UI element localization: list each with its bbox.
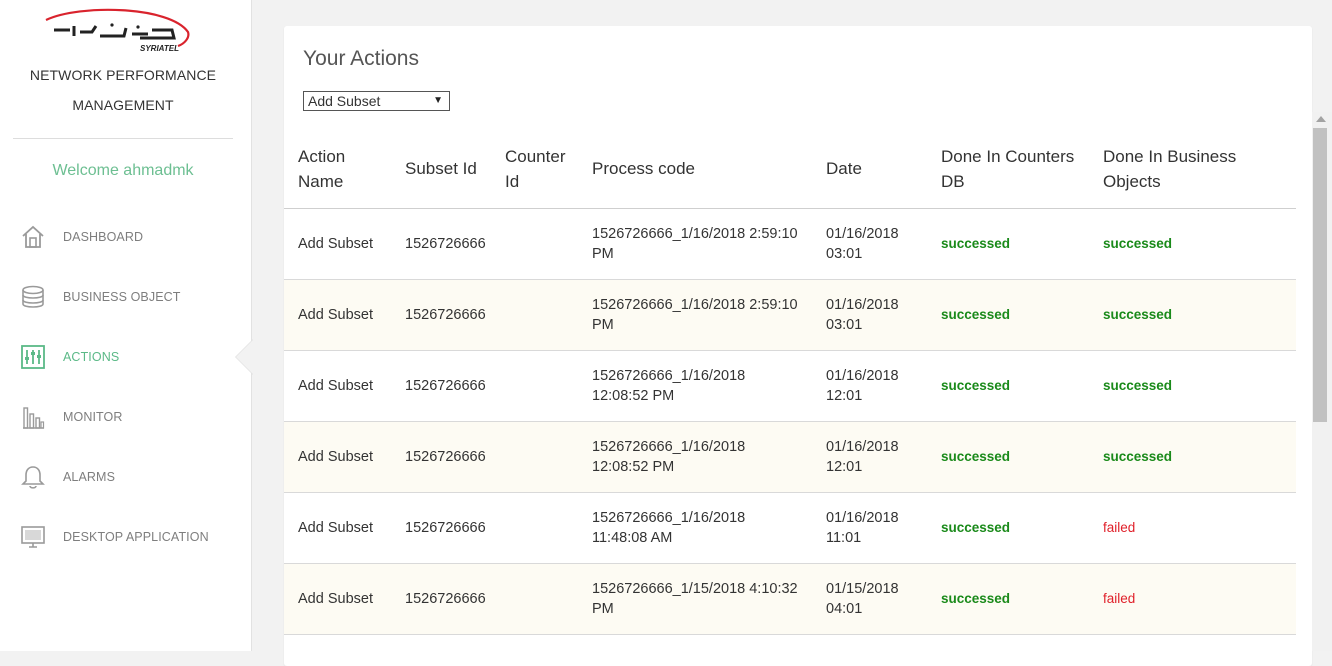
table-row[interactable]: Add Subset 1526726666 1526726666_1/16/20… (284, 493, 1296, 564)
table-header: Action Name Subset Id Counter Id Process… (284, 138, 1296, 209)
cell-process-code: 1526726666_1/16/2018 12:08:52 PM (592, 368, 746, 404)
cell-subset-id: 1526726666 (405, 307, 486, 323)
nav-label-actions: ACTIONS (63, 350, 120, 364)
bar-chart-icon (18, 402, 48, 432)
app-title-line2: MANAGEMENT (72, 97, 174, 113)
action-type-selected: Add Subset (308, 93, 381, 109)
cell-action-name: Add Subset (298, 591, 373, 607)
cell-process-code: 1526726666_1/16/2018 2:59:10 PM (592, 226, 798, 262)
app-title-line1: NETWORK PERFORMANCE (29, 67, 217, 83)
cell-action-name: Add Subset (298, 236, 373, 252)
welcome-message: Welcome ahmadmk (52, 162, 194, 179)
header-subset-id[interactable]: Subset Id (405, 156, 477, 181)
cell-subset-id: 1526726666 (405, 378, 486, 394)
header-done-in-business-objects[interactable]: Done In Business Objects (1103, 144, 1253, 194)
table-row[interactable]: Add Subset 1526726666 1526726666_1/16/20… (284, 280, 1296, 351)
actions-table: Action Name Subset Id Counter Id Process… (284, 138, 1296, 635)
monitor-icon (18, 522, 48, 552)
cell-process-code: 1526726666_1/15/2018 4:10:32 PM (592, 581, 798, 617)
cell-subset-id: 1526726666 (405, 449, 486, 465)
home-icon (18, 222, 48, 252)
nav-item-actions[interactable]: ACTIONS (18, 340, 246, 374)
cell-action-name: Add Subset (298, 520, 373, 536)
nav-label-business-object: BUSINESS OBJECT (63, 290, 181, 304)
header-action-name[interactable]: Action Name (298, 144, 378, 194)
status-counters-db: successed (941, 236, 1011, 251)
app-title: NETWORK PERFORMANCE MANAGEMENT (0, 60, 246, 120)
nav-label-dashboard: DASHBOARD (63, 230, 144, 244)
dropdown-arrow-icon: ▼ (433, 95, 443, 106)
nav-item-dashboard[interactable]: DASHBOARD (18, 220, 246, 254)
nav-label-monitor: MONITOR (63, 410, 123, 424)
cell-subset-id: 1526726666 (405, 236, 486, 252)
cell-subset-id: 1526726666 (405, 591, 486, 607)
cell-date: 01/16/2018 12:01 (826, 368, 899, 404)
nav-item-alarms[interactable]: ALARMS (18, 460, 246, 494)
header-counter-id[interactable]: Counter Id (505, 144, 575, 194)
active-indicator (236, 340, 253, 374)
syriatel-logo[interactable]: SYRIATEL (40, 8, 192, 56)
status-counters-db: successed (941, 378, 1011, 393)
nav-item-monitor[interactable]: MONITOR (18, 400, 246, 434)
nav-item-desktop-application[interactable]: DESKTOP APPLICATION (18, 520, 246, 554)
nav-label-alarms: ALARMS (63, 470, 116, 484)
sidebar: SYRIATEL NETWORK PERFORMANCE MANAGEMENT … (0, 0, 252, 651)
sidebar-divider (13, 138, 233, 139)
status-business-objects: successed (1103, 449, 1173, 464)
cell-date: 01/16/2018 11:01 (826, 510, 899, 546)
nav-label-desktop-application: DESKTOP APPLICATION (63, 530, 209, 544)
scrollbar-thumb[interactable] (1313, 128, 1327, 422)
cell-date: 01/16/2018 12:01 (826, 439, 899, 475)
status-business-objects: successed (1103, 307, 1173, 322)
scroll-up-arrow-icon[interactable] (1316, 116, 1326, 122)
status-business-objects: failed (1103, 520, 1136, 535)
page-title: Your Actions (303, 47, 419, 70)
header-done-in-counters-db[interactable]: Done In Counters DB (941, 144, 1091, 194)
cell-process-code: 1526726666_1/16/2018 2:59:10 PM (592, 297, 798, 333)
actions-panel: Your Actions Add Subset ▼ Action Name Su… (284, 26, 1312, 666)
bell-icon (18, 462, 48, 492)
status-counters-db: successed (941, 307, 1011, 322)
header-process-code[interactable]: Process code (592, 156, 695, 181)
cell-process-code: 1526726666_1/16/2018 12:08:52 PM (592, 439, 746, 475)
status-counters-db: successed (941, 449, 1011, 464)
status-business-objects: failed (1103, 591, 1136, 606)
status-business-objects: successed (1103, 378, 1173, 393)
action-type-select[interactable]: Add Subset ▼ (303, 91, 450, 111)
table-row[interactable]: Add Subset 1526726666 1526726666_1/15/20… (284, 564, 1296, 635)
header-date[interactable]: Date (826, 156, 862, 181)
status-counters-db: successed (941, 520, 1011, 535)
table-row[interactable]: Add Subset 1526726666 1526726666_1/16/20… (284, 351, 1296, 422)
logo-wordmark: SYRIATEL (140, 44, 179, 53)
database-icon (18, 282, 48, 312)
sliders-icon (18, 342, 48, 372)
table-row[interactable]: Add Subset 1526726666 1526726666_1/16/20… (284, 422, 1296, 493)
cell-date: 01/16/2018 03:01 (826, 297, 899, 333)
cell-action-name: Add Subset (298, 449, 373, 465)
cell-process-code: 1526726666_1/16/2018 11:48:08 AM (592, 510, 746, 546)
nav-item-business-object[interactable]: BUSINESS OBJECT (18, 280, 246, 314)
cell-date: 01/16/2018 03:01 (826, 226, 899, 262)
cell-action-name: Add Subset (298, 307, 373, 323)
table-row[interactable]: Add Subset 1526726666 1526726666_1/16/20… (284, 209, 1296, 280)
cell-date: 01/15/2018 04:01 (826, 581, 899, 617)
cell-action-name: Add Subset (298, 378, 373, 394)
status-business-objects: successed (1103, 236, 1173, 251)
status-counters-db: successed (941, 591, 1011, 606)
cell-subset-id: 1526726666 (405, 520, 486, 536)
